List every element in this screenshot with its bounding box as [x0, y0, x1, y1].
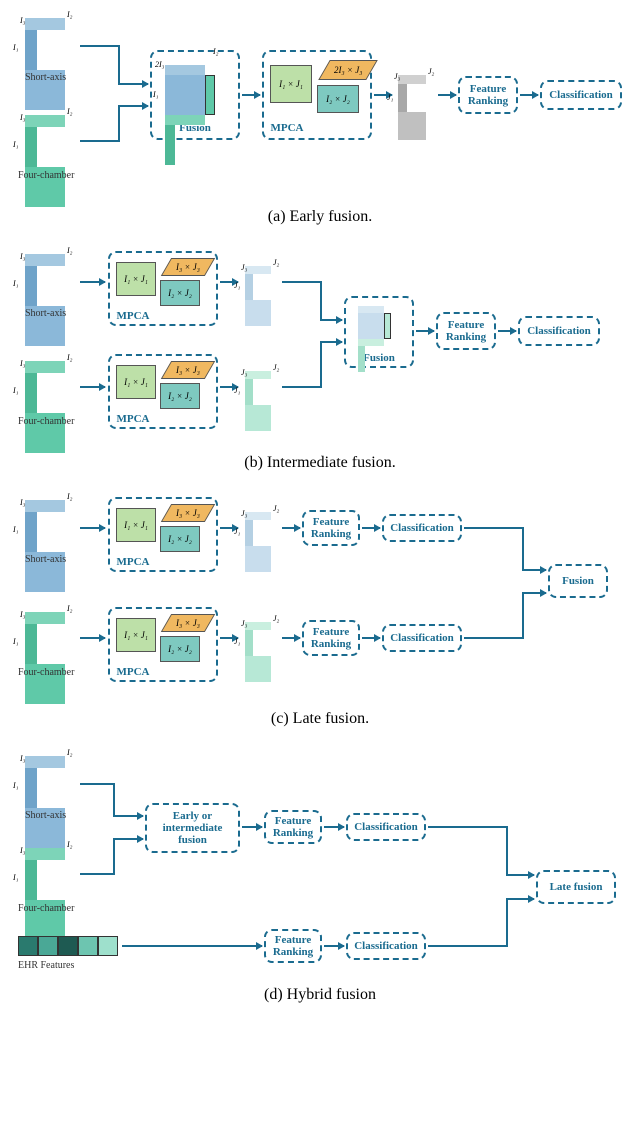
- panel-late-fusion: I₁ I₃ I₂ Short-axis I₁ I₃ I₂ Four-chambe…: [10, 492, 630, 728]
- fused-cube: I₁ 2I₃ I₂: [165, 65, 205, 165]
- ehr-label: EHR Features: [18, 960, 74, 971]
- panel-hybrid-fusion: I₁ I₃ I₂ Short-axis I₁ I₃ I₂ Four-chambe…: [10, 748, 630, 1004]
- output-cube: J₁ J₃ J₂: [398, 75, 426, 140]
- short-axis-cube-c: I₁ I₃ I₂: [25, 500, 65, 592]
- out-cube-bottom: J₁ J₃ J₂: [245, 371, 271, 431]
- four-chamber-label: Four-chamber: [18, 170, 74, 181]
- fusion-box-c: Fusion: [548, 564, 608, 598]
- classification-box: Classification: [540, 80, 622, 110]
- panel-intermediate-fusion: I₁ I₃ I₂ Short-axis I₁ I₃ I₂ Four-chambe…: [10, 246, 630, 472]
- proj-i1j1: I₁ × J₁: [270, 65, 312, 103]
- short-axis-cube: I₁ I₃ I₂: [25, 18, 65, 110]
- four-chamber-cube: I₁ I₃ I₂: [25, 115, 65, 207]
- four-chamber-cube-c: I₁ I₃ I₂: [25, 612, 65, 704]
- caption-b: (b) Intermediate fusion.: [10, 454, 630, 472]
- feature-ranking-box-b: Feature Ranking: [436, 312, 496, 350]
- classification-box-b: Classification: [518, 316, 600, 346]
- late-fusion-box: Late fusion: [536, 870, 616, 904]
- short-axis-cube-b: I₁ I₃ I₂: [25, 254, 65, 346]
- four-chamber-cube-b: I₁ I₃ I₂: [25, 361, 65, 453]
- early-intermediate-fusion-box: Early or intermediate fusion: [145, 803, 240, 853]
- feature-ranking-box: Feature Ranking: [458, 76, 518, 114]
- short-axis-label: Short-axis: [25, 72, 66, 83]
- caption-a: (a) Early fusion.: [10, 208, 630, 226]
- ehr-features-strip: [18, 936, 118, 956]
- panel-early-fusion: I₁ I₃ I₂ Short-axis I₁ I₃ I₂ Four-chambe…: [10, 10, 630, 226]
- caption-c: (c) Late fusion.: [10, 710, 630, 728]
- caption-d: (d) Hybrid fusion: [10, 986, 630, 1004]
- proj-i2j2: I₂ × J₂: [317, 85, 359, 113]
- out-cube-top: J₁ J₃ J₂: [245, 266, 271, 326]
- fused-cube-b: [358, 306, 384, 372]
